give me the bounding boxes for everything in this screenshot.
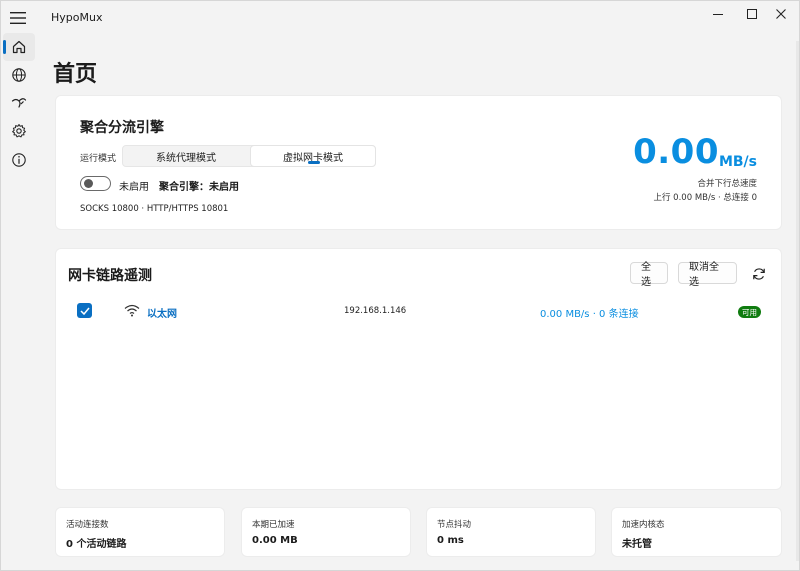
adapter-checkbox[interactable] (77, 303, 92, 318)
speed-detail: 上行 0.00 MB/s · 总连接 0 (653, 193, 757, 203)
deselect-all-button[interactable]: 取消全选 (678, 262, 737, 288)
nav-speed[interactable] (3, 89, 35, 117)
mode-segmented-control: 系统代理模式 虚拟网卡模式 (122, 145, 376, 167)
home-icon (12, 40, 26, 54)
title-bar: HypoMux (1, 1, 800, 31)
adapter-ip: 192.168.1.146 (344, 306, 407, 316)
proxy-ports: SOCKS 10800 · HTTP/HTTPS 10801 (80, 204, 229, 214)
nav-about[interactable] (3, 146, 35, 174)
mode-option-system-proxy[interactable]: 系统代理模式 (123, 146, 249, 166)
stat-card-jitter: 节点抖动 0 ms (426, 507, 596, 557)
stat-value: 0.00 MB (252, 535, 298, 546)
select-all-button[interactable]: 全选 (630, 262, 668, 288)
stat-label: 本期已加速 (252, 520, 295, 530)
engine-status: 聚合引擎：未启用 (159, 182, 239, 193)
toggle-label: 未启用 (119, 182, 149, 193)
page-title: 首页 (53, 62, 98, 87)
close-button[interactable] (763, 1, 799, 27)
stat-card-kernel-mode: 加速内核态 未托管 (611, 507, 782, 557)
stat-label: 节点抖动 (437, 520, 472, 530)
gear-icon (12, 124, 26, 138)
stat-value: 0 个活动链路 (66, 539, 127, 550)
nav-settings[interactable] (3, 117, 35, 145)
hamburger-menu-icon[interactable] (7, 7, 29, 29)
stat-value: 未托管 (622, 539, 652, 550)
scrollbar[interactable] (796, 41, 799, 561)
info-icon (12, 153, 26, 167)
close-icon (776, 9, 786, 19)
speed-value: 0.00 (633, 132, 719, 172)
adapter-name[interactable]: 以太网 (147, 305, 177, 320)
stat-card-accelerated: 本期已加速 0.00 MB (241, 507, 411, 557)
app-window: HypoMux 首页 聚合分流引擎 运行模式 系统代理模式 虚拟网卡模式 未启用… (0, 0, 800, 571)
speed-caption: 合并下行总速度 (697, 179, 757, 189)
nav-network[interactable] (3, 61, 35, 89)
stat-card-active-connections: 活动连接数 0 个活动链路 (55, 507, 225, 557)
stat-label: 加速内核态 (622, 520, 665, 530)
telemetry-title: 网卡链路遥测 (68, 268, 152, 284)
app-title: HypoMux (51, 11, 103, 24)
engine-card: 聚合分流引擎 运行模式 系统代理模式 虚拟网卡模式 未启用 聚合引擎：未启用 S… (55, 95, 782, 230)
toggle-knob (84, 179, 93, 188)
stat-label: 活动连接数 (66, 520, 109, 530)
mode-label: 运行模式 (80, 154, 117, 164)
globe-icon (12, 68, 26, 82)
nav-home[interactable] (3, 33, 35, 61)
telemetry-card: 网卡链路遥测 全选 取消全选 以太网 192.168.1.146 0.00 MB… (55, 248, 782, 490)
speed-icon (11, 98, 27, 108)
minimize-icon (713, 14, 723, 15)
speed-unit: MB/s (718, 154, 757, 170)
stat-value: 0 ms (437, 535, 464, 546)
checkmark-icon (79, 307, 90, 315)
minimize-button[interactable] (700, 1, 736, 27)
wifi-icon (124, 304, 140, 317)
engine-title: 聚合分流引擎 (80, 120, 164, 136)
adapter-stats: 0.00 MB/s · 0 条连接 (540, 309, 639, 320)
engine-toggle[interactable] (80, 176, 111, 191)
refresh-icon (753, 268, 765, 280)
mode-option-virtual-nic[interactable]: 虚拟网卡模式 (250, 145, 376, 167)
maximize-icon (747, 9, 757, 19)
refresh-button[interactable] (750, 265, 768, 283)
status-badge: 可用 (738, 306, 761, 318)
